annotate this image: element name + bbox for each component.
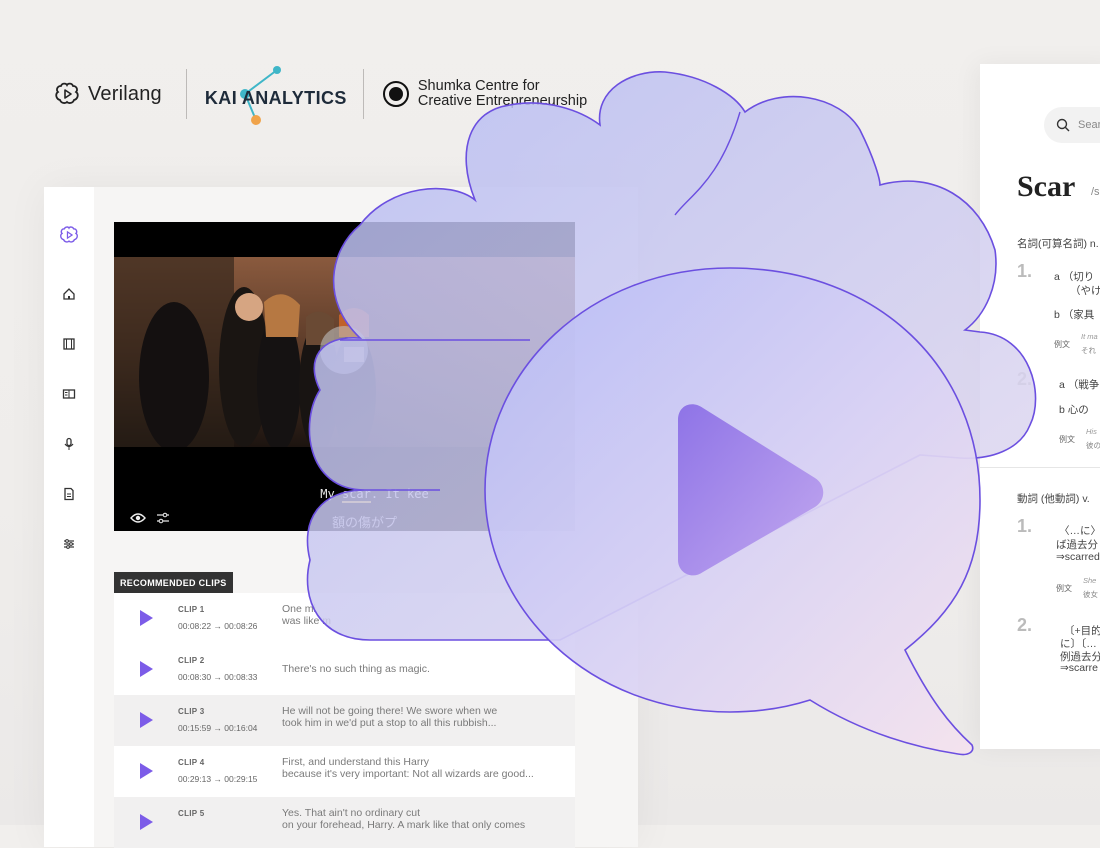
sense-number: 1. <box>1017 516 1033 536</box>
clip-text: First, and understand this Harry because … <box>282 756 552 780</box>
list-item[interactable]: CLIP 1 00:08:22 → 00:08:26 One mi was lik… <box>114 593 575 644</box>
verb-pos-label: 動詞 (他動詞) v. <box>1017 493 1090 505</box>
list-item[interactable]: CLIP 2 00:08:30 → 00:08:33 There's no su… <box>114 644 575 695</box>
app-panel: My scar. It kee 額の傷がプ RECOMMENDED CLIPS … <box>44 187 638 848</box>
definition: a （切り <box>1054 271 1095 283</box>
recommended-clips-label: RECOMMENDED CLIPS <box>114 572 233 593</box>
example-label: 例文 <box>1059 435 1075 444</box>
sliders-icon[interactable] <box>59 534 79 554</box>
shumka-line-1: Shumka Centre for <box>417 78 540 94</box>
clip-text: One mi was like m <box>282 603 552 627</box>
example-label: 例文 <box>1054 340 1070 349</box>
sense-number: 1. <box>1017 261 1033 281</box>
example-english: It ma <box>1081 332 1098 341</box>
clip-timestamp: 00:08:22 → 00:08:26 <box>178 621 258 631</box>
search-icon[interactable] <box>1056 118 1070 132</box>
divider <box>980 467 1100 468</box>
definition: ⇒scarred <box>1056 551 1100 563</box>
list-item[interactable]: CLIP 4 00:29:13 → 00:29:15 First, and un… <box>114 746 575 797</box>
clip-timestamp: 00:08:30 → 00:08:33 <box>178 672 258 682</box>
clip-line-2: took him in we'd put a stop to all this … <box>282 717 497 729</box>
video-player[interactable]: My scar. It kee 額の傷がプ <box>114 222 575 531</box>
definition: （やけ <box>1070 285 1100 297</box>
kai-wordmark: KAI ANALYTICS <box>204 88 347 108</box>
search-input[interactable]: Sear <box>1044 107 1100 143</box>
clip-text: There's no such thing as magic. <box>282 663 430 675</box>
clip-line-2: because it's very important: Not all wiz… <box>282 768 534 780</box>
shumka-logo: Shumka Centre for Creative Entrepreneurs… <box>382 79 587 109</box>
brain-play-icon <box>55 82 79 104</box>
headword: Scar <box>1017 170 1076 203</box>
clip-number: CLIP 2 <box>178 656 205 665</box>
example-english: His <box>1086 427 1097 436</box>
definition: ば過去分 <box>1056 539 1098 551</box>
brain-logo-icon[interactable] <box>59 225 79 245</box>
document-icon[interactable] <box>59 484 79 504</box>
highlighted-word[interactable]: scar <box>341 487 371 503</box>
clip-number: CLIP 4 <box>178 758 205 767</box>
sense-number: 2. <box>1017 615 1033 635</box>
clip-line-2: was like m <box>282 615 332 627</box>
shumka-circle-icon <box>382 81 409 107</box>
example-label: 例文 <box>1056 584 1072 593</box>
play-icon[interactable] <box>140 610 153 626</box>
clip-number: CLIP 1 <box>178 605 205 614</box>
noun-pos-label: 名詞(可算名詞) n. <box>1017 238 1099 250</box>
home-icon[interactable] <box>59 284 79 304</box>
definition: 〈…に〉 <box>1059 525 1100 537</box>
clip-text: Yes. That ain't no ordinary cut on your f… <box>282 807 552 831</box>
clip-timestamp: 00:29:13 → 00:29:15 <box>178 774 258 784</box>
subtitle-en-post: . It kee <box>370 487 429 501</box>
list-item[interactable]: CLIP 3 00:15:59 → 00:16:04 He will not b… <box>114 695 575 746</box>
clip-number: CLIP 5 <box>178 809 205 818</box>
eye-icon[interactable] <box>130 512 146 524</box>
search-placeholder: Sear <box>1078 119 1100 131</box>
example-japanese: 彼女 <box>1083 590 1098 599</box>
verilang-logo: Verilang <box>54 82 162 106</box>
definition: b （家具 <box>1054 309 1095 321</box>
clip-line-1: One mi <box>282 603 316 615</box>
clip-timestamp: 00:15:59 → 00:16:04 <box>178 723 258 733</box>
film-icon[interactable] <box>59 334 79 354</box>
sense-number: 2. <box>1017 369 1033 389</box>
clip-text: He will not be going there! We swore whe… <box>282 705 552 729</box>
video-controls <box>130 512 170 524</box>
definition: ⇒scarre <box>1060 662 1098 674</box>
sidebar <box>44 187 94 847</box>
big-play-icon <box>678 404 824 576</box>
definition: a （戦争 <box>1059 379 1100 391</box>
play-icon[interactable] <box>140 712 153 728</box>
subtitle-english[interactable]: My scar. It kee <box>114 487 575 503</box>
dictionary-panel: Sear Scar /s 名詞(可算名詞) n. 1. a （切り （やけ b … <box>980 64 1100 749</box>
verilang-wordmark: Verilang <box>88 82 162 105</box>
partner-logos: Verilang KAI ANALYTICS Shumka Centre for… <box>54 66 587 125</box>
pause-button[interactable] <box>320 326 368 374</box>
subtitle-en-pre: My <box>320 487 342 501</box>
play-icon[interactable] <box>140 814 153 830</box>
settings-sliders-icon[interactable] <box>156 512 170 524</box>
kai-analytics-logo: KAI ANALYTICS <box>204 66 347 125</box>
definition: b 心の <box>1059 404 1089 416</box>
clip-number: CLIP 3 <box>178 707 205 716</box>
logo-divider <box>362 69 364 119</box>
example-japanese: 彼の <box>1086 441 1100 450</box>
list-item[interactable]: CLIP 5 Yes. That ain't no ordinary cut on… <box>114 797 575 848</box>
shumka-line-2: Creative Entrepreneurship <box>417 93 588 109</box>
clip-line-1: First, and understand this Harry <box>282 756 430 768</box>
pronunciation: /s <box>1091 186 1100 198</box>
example-english: She <box>1083 576 1097 585</box>
clip-line-1: He will not be going there! We swore whe… <box>282 705 498 717</box>
clip-list: CLIP 1 00:08:22 → 00:08:26 One mi was lik… <box>114 593 575 848</box>
example-japanese: それ <box>1081 346 1096 355</box>
book-icon[interactable] <box>59 384 79 404</box>
play-icon[interactable] <box>140 763 153 779</box>
play-icon[interactable] <box>140 661 153 677</box>
subtitle-japanese: 額の傷がプ <box>331 515 397 530</box>
logo-divider <box>185 69 187 119</box>
clip-line-1: Yes. That ain't no ordinary cut <box>282 807 421 819</box>
clip-line-2: on your forehead, Harry. A mark like tha… <box>282 819 526 831</box>
microphone-icon[interactable] <box>59 434 79 454</box>
